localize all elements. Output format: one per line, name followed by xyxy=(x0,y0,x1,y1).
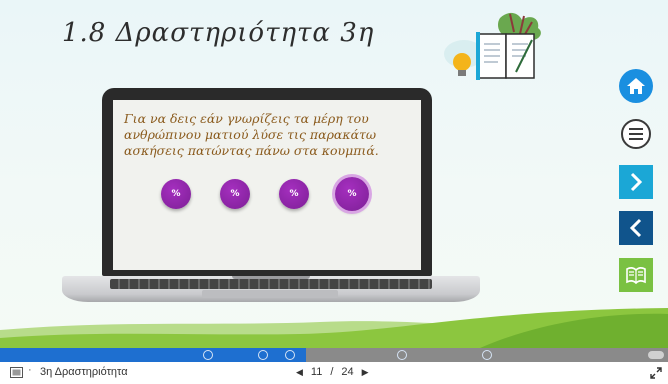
laptop-hinge xyxy=(232,276,310,279)
previous-slide-button[interactable] xyxy=(619,211,653,245)
chevron-right-icon xyxy=(630,172,643,192)
progress-marker[interactable] xyxy=(397,350,407,360)
progress-marker[interactable] xyxy=(203,350,213,360)
percent-icon: % xyxy=(347,189,357,199)
progress-marker[interactable] xyxy=(285,350,295,360)
menu-icon xyxy=(629,128,643,140)
hills-decoration xyxy=(0,308,668,348)
exercise-button-1[interactable]: % xyxy=(161,179,191,209)
previous-page-button[interactable]: ◀ xyxy=(296,367,303,378)
next-page-button[interactable]: ▶ xyxy=(362,367,369,378)
slide-stage: 1.8 Δραστηριότητα 3η Για να δεις εάν γνω… xyxy=(0,0,668,348)
exercise-button-4[interactable]: % xyxy=(335,177,369,211)
slides-icon[interactable] xyxy=(10,367,23,378)
current-page: 11 xyxy=(310,366,323,378)
total-pages: 24 xyxy=(341,366,354,378)
page-separator: / xyxy=(330,366,334,378)
laptop-keyboard xyxy=(110,279,432,289)
menu-button[interactable] xyxy=(621,119,651,149)
progress-bar[interactable] xyxy=(0,348,668,362)
book-button[interactable] xyxy=(619,258,653,292)
percent-icon: % xyxy=(289,189,299,199)
progress-end-handle[interactable] xyxy=(648,351,664,359)
home-icon xyxy=(627,78,645,94)
percent-icon: % xyxy=(230,189,240,199)
notebook-illustration-icon xyxy=(444,12,541,80)
progress-marker[interactable] xyxy=(482,350,492,360)
pager: ◀ 11 / 24 ▶ xyxy=(296,366,369,378)
fullscreen-icon[interactable] xyxy=(650,367,662,379)
bottom-bar: · 3η Δραστηριότητα ◀ 11 / 24 ▶ xyxy=(0,362,668,384)
exercise-button-3[interactable]: % xyxy=(279,179,309,209)
slide-title: 1.8 Δραστηριότητα 3η xyxy=(62,18,375,48)
exercise-button-2[interactable]: % xyxy=(220,179,250,209)
percent-icon: % xyxy=(171,189,181,199)
separator-dot: · xyxy=(28,364,32,376)
next-slide-button[interactable] xyxy=(619,165,653,199)
deck-title: 3η Δραστηριότητα xyxy=(40,366,128,378)
home-button[interactable] xyxy=(619,69,653,103)
chevron-left-icon xyxy=(629,218,642,238)
book-icon xyxy=(626,267,646,284)
laptop-touchpad xyxy=(202,290,338,298)
instruction-text: Για να δεις εάν γνωρίζεις τα μέρη του αν… xyxy=(124,111,379,158)
progress-marker[interactable] xyxy=(258,350,268,360)
